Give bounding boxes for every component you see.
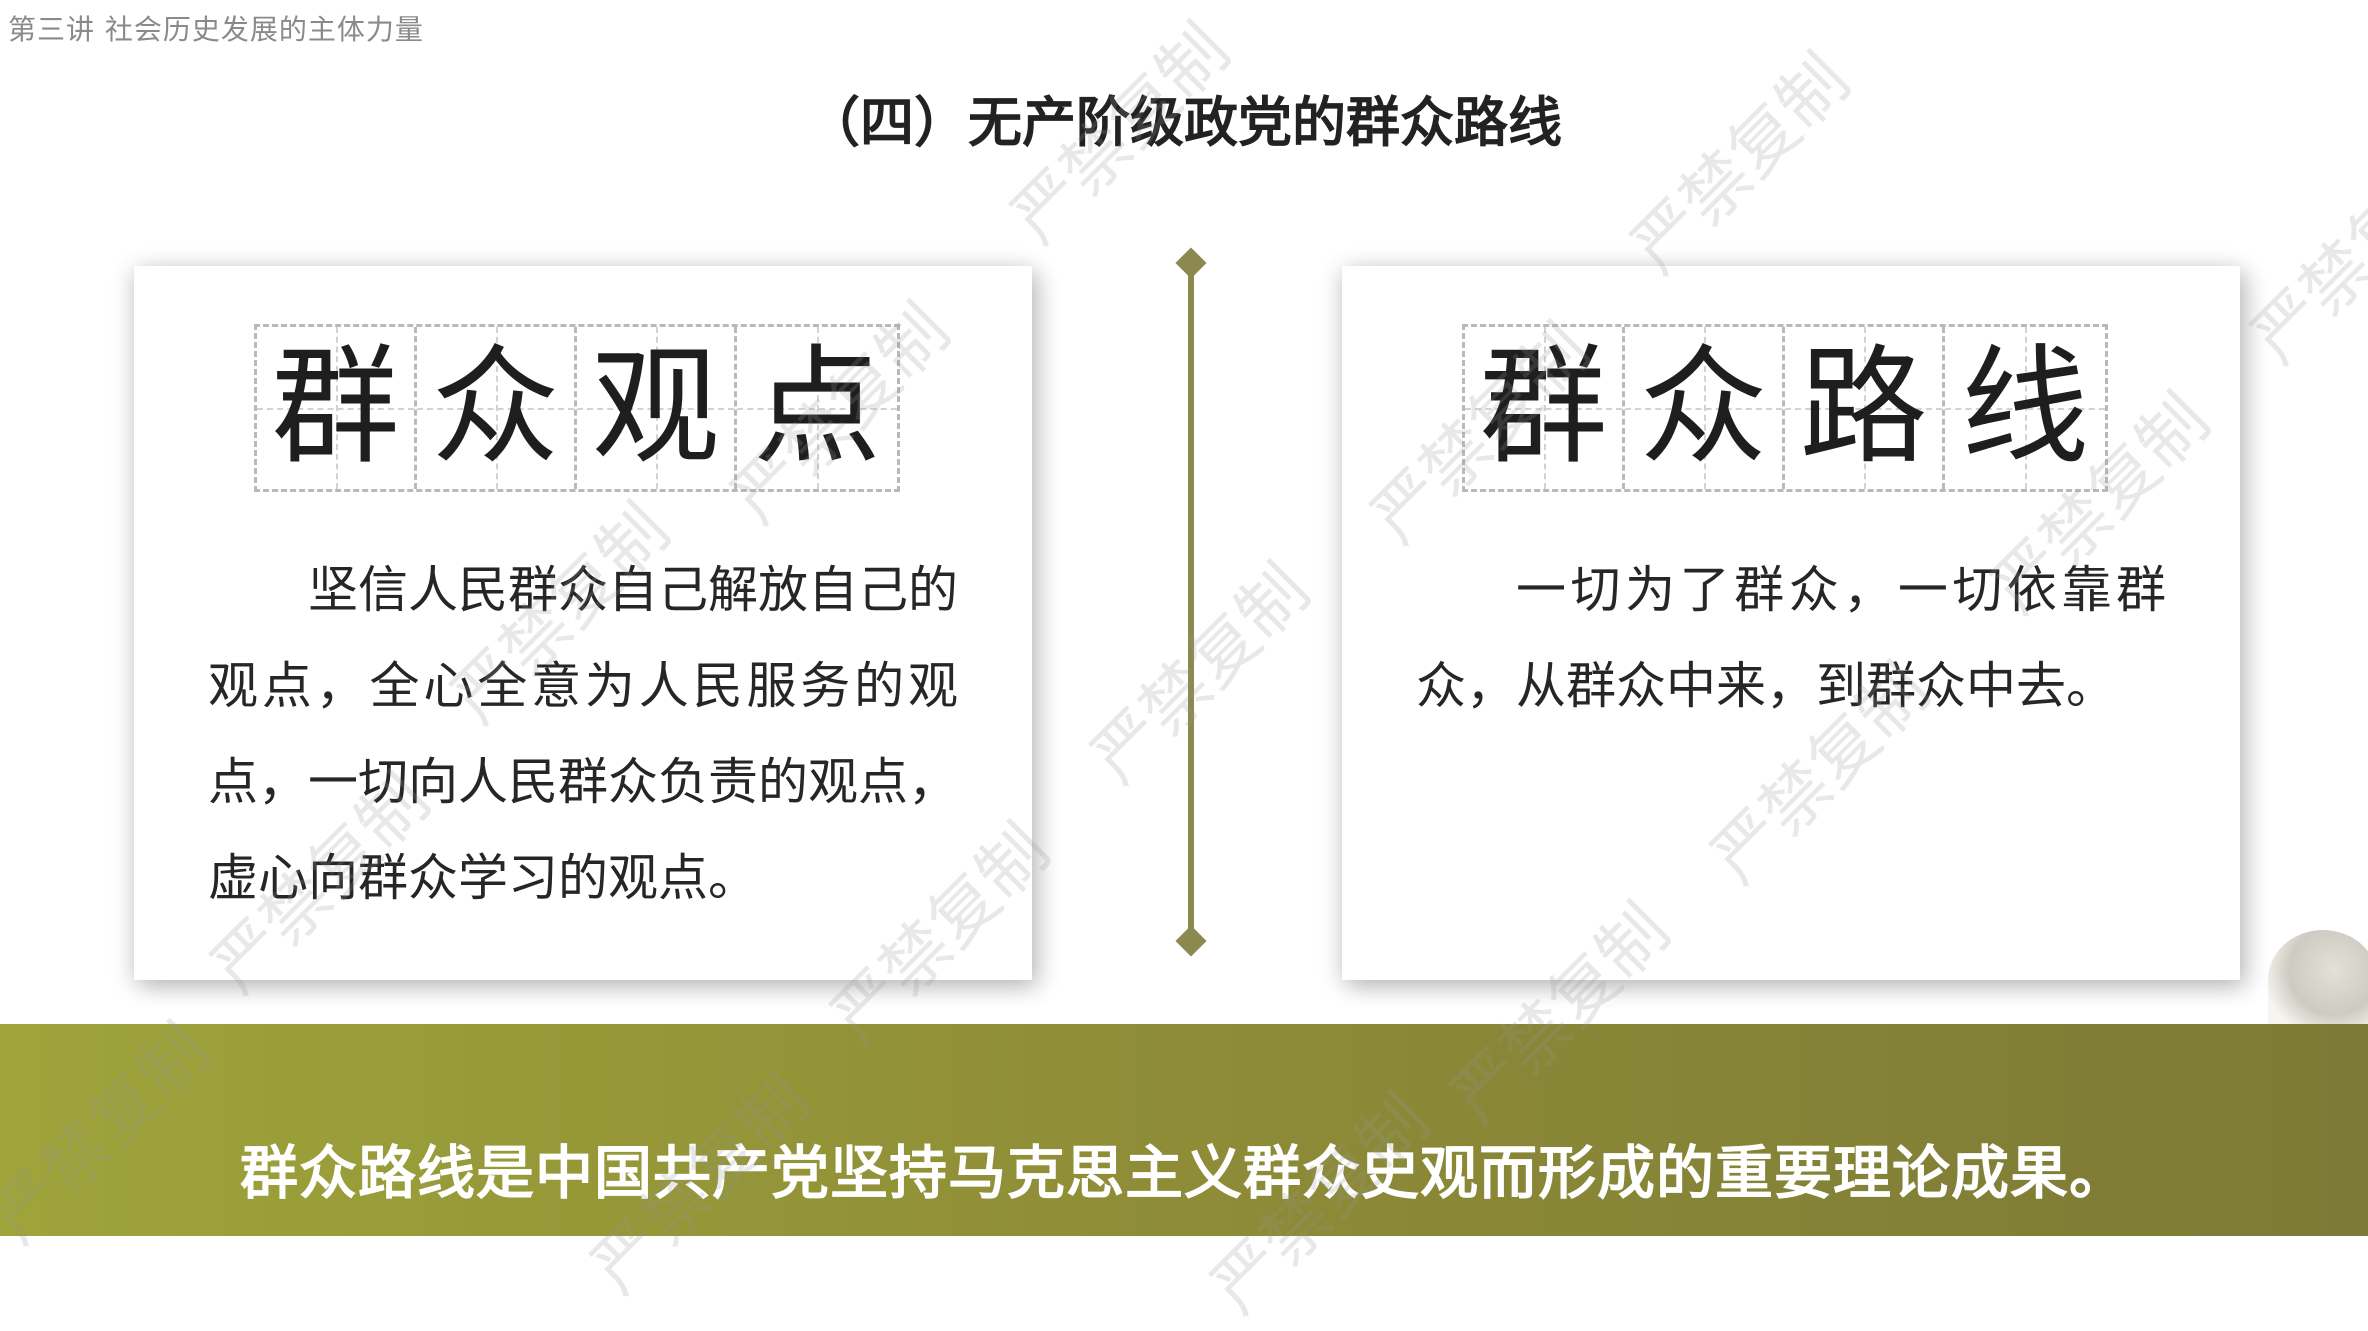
heading-char: 群: [1479, 333, 1608, 482]
heading-char: 点: [752, 333, 881, 482]
heading-char-cell: 众: [1625, 327, 1785, 489]
portrait-image: [2268, 930, 2368, 1030]
slide-title: （四）无产阶级政党的群众路线: [806, 91, 1562, 154]
mass-viewpoint-heading: 群 众 观 点: [254, 324, 900, 492]
mass-line-card: 群 众 路 线 一切为了群众，一切依靠群众，从群众中来，到群众中去。: [1342, 266, 2240, 980]
mass-line-text: 一切为了群众，一切依靠群众，从群众中来，到群众中去。: [1416, 561, 2166, 715]
watermark: 严禁复制: [2236, 130, 2368, 379]
heading-char: 群: [271, 333, 400, 482]
heading-char: 观: [591, 333, 720, 482]
summary-text: 群众路线是中国共产党坚持马克思主义群众史观而形成的重要理论成果。: [239, 1139, 2128, 1207]
divider-bottom-cap: [1175, 925, 1207, 957]
heading-char: 众: [431, 333, 560, 482]
heading-char-cell: 群: [257, 327, 417, 489]
header-breadcrumb: 第三讲 社会历史发展的主体力量: [8, 13, 424, 46]
mass-line-heading: 群 众 路 线: [1462, 324, 2108, 492]
heading-char-cell: 路: [1785, 327, 1945, 489]
heading-char-cell: 线: [1945, 327, 2105, 489]
heading-char-cell: 观: [577, 327, 737, 489]
vertical-divider: [1188, 258, 1194, 944]
heading-char: 众: [1639, 333, 1768, 482]
heading-char-cell: 点: [737, 327, 897, 489]
mass-viewpoint-card: 群 众 观 点 坚信人民群众自己解放自己的观点，全心全意为人民服务的观点，一切向…: [134, 266, 1032, 980]
heading-char-cell: 众: [417, 327, 577, 489]
divider-top-cap: [1175, 247, 1207, 279]
watermark: 严禁复制: [1616, 40, 1866, 289]
heading-char: 线: [1960, 333, 2089, 482]
heading-char: 路: [1799, 333, 1928, 482]
mass-viewpoint-text: 坚信人民群众自己解放自己的观点，全心全意为人民服务的观点，一切向人民群众负责的观…: [208, 561, 958, 907]
heading-char-cell: 群: [1465, 327, 1625, 489]
watermark: 严禁复制: [1076, 550, 1326, 799]
